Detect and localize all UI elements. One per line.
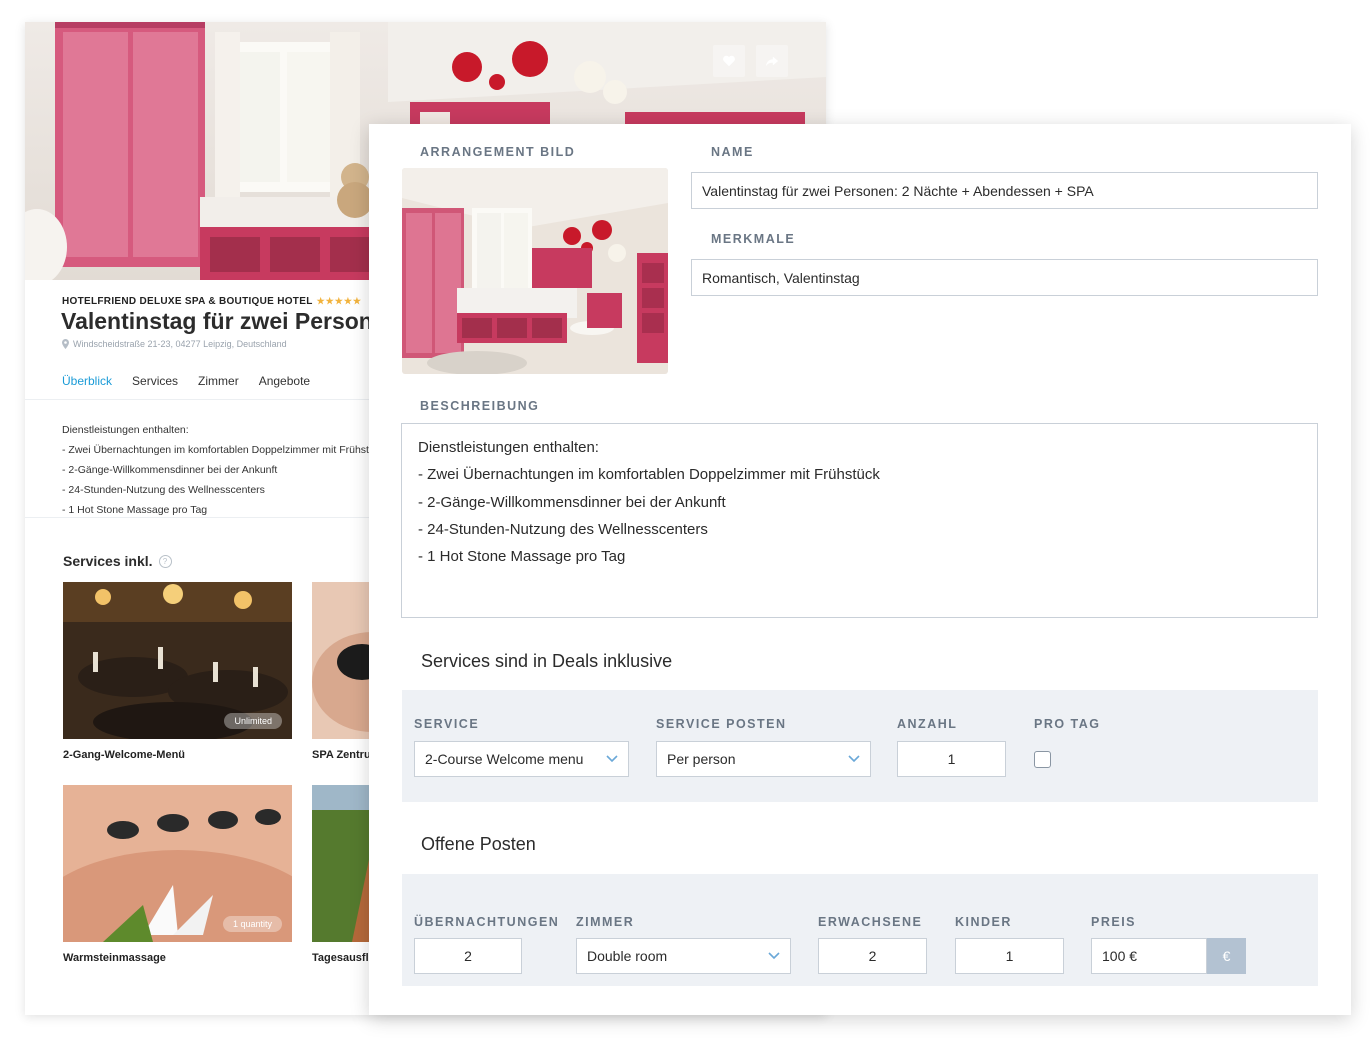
anzahl-input[interactable]: 1 [897,741,1006,777]
share-icon [765,56,779,67]
tile-badge: 1 quantity [222,916,282,932]
hotel-name-row: HOTELFRIEND DELUXE SPA & BOUTIQUE HOTEL ★… [62,296,362,307]
name-label: NAME [711,145,754,159]
children-input[interactable]: 1 [955,938,1064,974]
tab-zimmer[interactable]: Zimmer [198,374,239,388]
description-line: Dienstleistungen enthalten: [418,439,599,456]
tab-angebote[interactable]: Angebote [259,374,310,388]
listing-tabs: Überblick Services Zimmer Angebote [62,374,310,388]
services-included-title: Services inkl. [63,553,153,569]
nights-label: ÜBERNACHTUNGEN [414,915,560,929]
favorite-button[interactable] [713,45,745,77]
price-label: PREIS [1091,915,1137,929]
chevron-down-icon [848,755,860,763]
description-line: - 2-Gänge-Willkommensdinner bei der Anku… [418,493,726,511]
service-tile-dinner[interactable]: Unlimited [63,582,292,739]
tab-services[interactable]: Services [132,374,178,388]
hotel-name: HOTELFRIEND DELUXE SPA & BOUTIQUE HOTEL [62,296,313,307]
service-select[interactable]: 2-Course Welcome menu [414,741,629,777]
room-select-value: Double room [587,948,668,964]
description-label: BESCHREIBUNG [420,399,540,413]
pro-tag-checkbox[interactable] [1034,751,1051,768]
tile-label: 2-Gang-Welcome-Menü [63,749,186,761]
hotel-stars: ★★★★★ [316,296,362,306]
description-line: Dienstleistungen enthalten: [62,424,189,436]
description-line: - 24-Stunden-Nutzung des Wellnesscenters [62,484,265,496]
heart-icon [723,55,735,67]
services-panel: SERVICE 2-Course Welcome menu SERVICE PO… [402,690,1318,802]
features-input[interactable]: Romantisch, Valentinstag [691,259,1318,296]
tab-ueberblick[interactable]: Überblick [62,374,112,388]
tile-label: SPA Zentrum [312,749,369,761]
nights-input[interactable]: 2 [414,938,522,974]
service-select-value: 2-Course Welcome menu [425,751,584,767]
open-items-section-title: Offene Posten [421,834,536,854]
service-posten-select[interactable]: Per person [656,741,871,777]
tile-label: Warmsteinmassage [63,952,166,964]
service-tile-massage[interactable]: 1 quantity [63,785,292,942]
chevron-down-icon [606,755,618,763]
description-line: - Zwei Übernachtungen im komfortablen Do… [62,444,386,456]
address-row: Windscheidstraße 21-23, 04277 Leipzig, D… [62,339,287,349]
description-line: - 1 Hot Stone Massage pro Tag [418,548,626,566]
share-button[interactable] [756,45,788,77]
services-included-heading: Services inkl. ? [63,553,172,569]
adults-label: ERWACHSENE [818,915,923,929]
adults-input[interactable]: 2 [818,938,927,974]
service-posten-label: SERVICE POSTEN [656,717,787,731]
listing-description: Dienstleistungen enthalten: - Zwei Übern… [62,420,385,520]
arrangement-editor: ARRANGEMENT BILD NAME Valentinstag für z… [369,124,1351,1015]
description-line: - Zwei Übernachtungen im komfortablen Do… [418,466,880,484]
location-pin-icon [62,339,69,349]
help-icon[interactable]: ? [158,554,172,568]
price-input[interactable]: 100 € [1091,938,1207,974]
service-posten-value: Per person [667,751,736,767]
description-line: - 2-Gänge-Willkommensdinner bei der Anku… [62,464,278,476]
tile-badge: Unlimited [224,713,282,729]
features-label: MERKMALE [711,232,796,246]
pro-tag-label: PRO TAG [1034,717,1101,731]
anzahl-label: ANZAHL [897,717,958,731]
chevron-down-icon [768,952,780,960]
service-label: SERVICE [414,717,480,731]
description-textarea[interactable]: Dienstleistungen enthalten: - Zwei Übern… [401,423,1318,618]
room-select[interactable]: Double room [576,938,791,974]
children-label: KINDER [955,915,1012,929]
services-section-title: Services sind in Deals inklusive [421,651,673,671]
description-line: - 24-Stunden-Nutzung des Wellnesscenters [418,520,708,538]
tile-label: Tagesausflug [312,952,369,964]
open-items-panel: ÜBERNACHTUNGEN 2 ZIMMER Double room ERWA… [402,874,1318,986]
address-text: Windscheidstraße 21-23, 04277 Leipzig, D… [73,339,287,349]
currency-addon[interactable]: € [1207,938,1246,974]
arrangement-image[interactable] [402,168,668,374]
name-input[interactable]: Valentinstag für zwei Personen: 2 Nächte… [691,172,1318,209]
arrangement-image-label: ARRANGEMENT BILD [420,145,576,159]
room-label: ZIMMER [576,915,635,929]
